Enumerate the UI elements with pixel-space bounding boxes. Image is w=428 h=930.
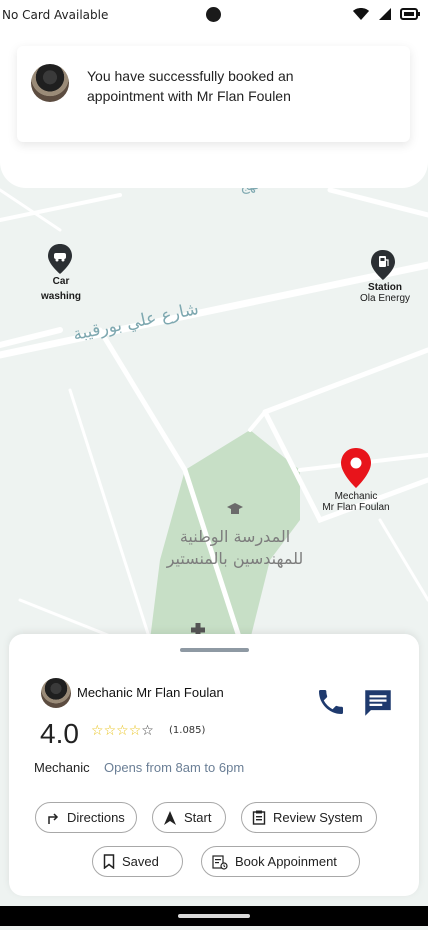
turn-right-icon [48,812,59,824]
star-empty-icon: ☆ [116,723,129,739]
appointment-icon [212,854,228,870]
phone-icon[interactable] [315,686,347,718]
start-label: Start [184,810,212,825]
signal-icon [379,8,391,20]
review-system-button[interactable]: Review System [241,802,377,833]
marker-label-car-washing: Car washing [30,274,92,304]
poi-label-line1: المدرسة الوطنية [179,527,291,546]
star-empty-icon: ☆ [141,723,154,739]
rating-value: 4.0 [40,718,79,749]
top-sheet: You have successfully booked an appointm… [0,30,428,188]
marker-subtitle: Ola Energy [359,293,411,304]
carrier-text: No Card Available [2,8,109,22]
opening-hours: Opens from 8am to 6pm [104,760,245,775]
category-label: Mechanic [34,760,90,775]
review-clipboard-icon [252,810,266,825]
directions-label: Directions [67,810,125,825]
poi-label-line2: للمهندسين بالمنستير [166,549,304,568]
star-rating: ☆☆☆☆☆ [91,723,154,739]
directions-button[interactable]: Directions [35,802,137,833]
avatar [31,64,69,102]
wifi-icon [353,8,369,20]
review-system-label: Review System [273,810,363,825]
shop-name: Mechanic Mr Flan Foulan [77,685,224,700]
start-button[interactable]: Start [152,802,226,833]
bookmark-icon [103,854,115,869]
poi-label: المدرسة الوطنية للمهندسين بالمنستير [150,526,320,570]
book-appointment-button[interactable]: Book Appoinment [201,846,360,877]
star-empty-icon: ☆ [128,723,142,739]
marker-title: Station [368,282,402,293]
review-count: (1.085) [169,725,206,736]
navigation-arrow-icon [164,810,176,825]
marker-subtitle: Mr Flan Foulan [322,502,390,513]
marker-label-station: Station Ola Energy [350,282,420,304]
saved-label: Saved [122,854,159,869]
marker-title: Car washing [41,276,82,302]
battery-icon [400,8,420,20]
star-empty-icon: ☆ [91,723,104,739]
drag-handle[interactable] [180,648,249,652]
marker-title: Mechanic [334,491,378,502]
camera-cutout [206,7,221,22]
book-appointment-label: Book Appoinment [235,854,337,869]
status-bar: No Card Available [0,0,428,30]
notification-message: You have successfully booked an appointm… [87,68,294,104]
details-sheet[interactable]: Mechanic Mr Flan Foulan 4.0 ☆☆☆☆☆ (1.085… [9,634,419,896]
avatar [41,678,71,708]
star-empty-icon: ☆ [103,723,117,739]
home-indicator[interactable] [178,914,250,918]
system-nav-bar [0,906,428,926]
marker-label-mechanic: Mechanic Mr Flan Foulan [312,491,400,513]
chat-icon[interactable] [361,686,395,720]
saved-button[interactable]: Saved [92,846,183,877]
